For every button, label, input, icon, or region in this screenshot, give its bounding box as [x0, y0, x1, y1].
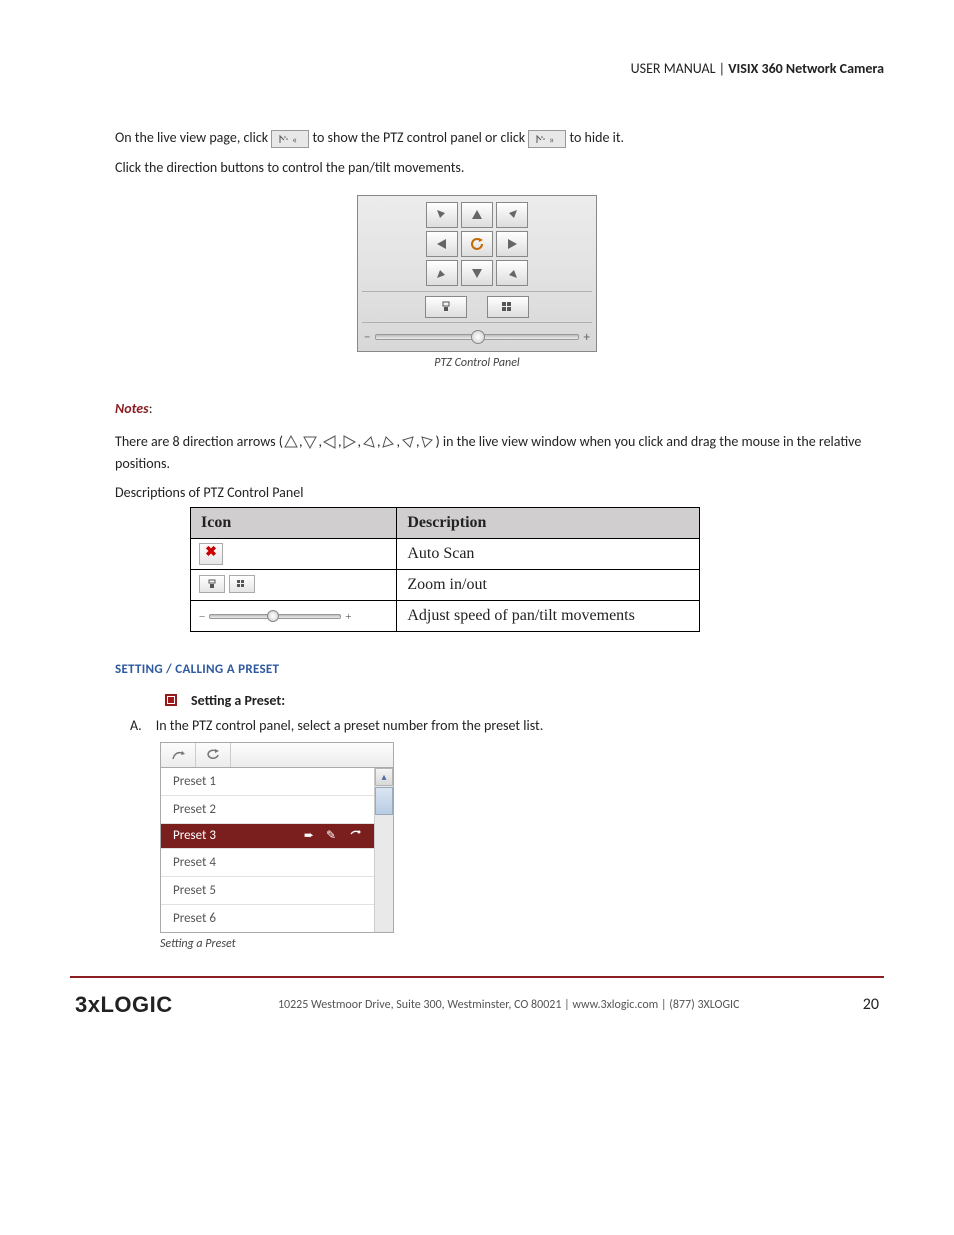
p1a-text: On the live view page, click: [115, 129, 271, 146]
dir-left[interactable]: [426, 231, 458, 257]
preset-tabs: [161, 743, 393, 768]
cell-slider-desc: Adjust speed of pan/tilt movements: [397, 600, 700, 631]
p3a-text: There are 8 direction arrows (: [115, 433, 283, 450]
header-left: USER MANUAL |: [631, 60, 729, 77]
mini-slider-thumb: [267, 610, 279, 622]
header-bold: VISIX 360 Network Camera: [728, 60, 884, 77]
page-number: 20: [863, 995, 879, 1014]
preset-item-2[interactable]: Preset 2: [161, 796, 374, 824]
plus-icon: +: [584, 330, 590, 345]
direction-grid: [362, 200, 592, 288]
cell-autoscan-icon: ✖: [191, 538, 397, 569]
paragraph-2: Click the direction buttons to control t…: [70, 157, 884, 179]
notes-label: Notes: [115, 400, 149, 417]
preset-item-1[interactable]: Preset 1: [161, 768, 374, 796]
figure-caption-2: Setting a Preset: [70, 937, 884, 951]
arrow-up-right-icon: [401, 435, 415, 449]
zoom-in-button[interactable]: [487, 296, 529, 318]
zoom-out-button[interactable]: [425, 296, 467, 318]
svg-text:«: «: [292, 133, 297, 146]
speed-slider-row: − +: [362, 326, 592, 347]
arrow-down-left-icon: [381, 435, 395, 449]
table-intro: Descriptions of PTZ Control Panel: [70, 484, 884, 501]
preset-item-6[interactable]: Preset 6: [161, 905, 374, 932]
bullet-setting-preset: Setting a Preset:: [70, 692, 884, 709]
notes-heading: Notes:: [70, 400, 884, 417]
arrow-down-right-icon: [362, 435, 376, 449]
page-header: USER MANUAL | VISIX 360 Network Camera: [70, 60, 884, 77]
red-x-icon: ✖: [199, 543, 223, 565]
paragraph-1: On the live view page, click « to show t…: [70, 127, 884, 149]
preset-tab-1[interactable]: [161, 743, 196, 767]
dir-down[interactable]: [461, 260, 493, 286]
square-bullet-icon: [165, 694, 177, 706]
dir-down-left[interactable]: [426, 260, 458, 286]
figure-caption-1: PTZ Control Panel: [434, 356, 519, 370]
edit-preset-icon[interactable]: ✎: [326, 828, 336, 843]
preset-scrollbar[interactable]: ▴: [374, 768, 393, 932]
arrow-right-icon: [342, 435, 356, 449]
zoom-out-mini-icon: [199, 575, 225, 593]
arrow-up-left-icon: [420, 435, 434, 449]
auto-scan-button[interactable]: [461, 231, 493, 257]
preset-item-5[interactable]: Preset 5: [161, 877, 374, 905]
delete-preset-icon[interactable]: [348, 828, 362, 844]
footer-logo: 3xLOGIC: [75, 992, 173, 1018]
p1b-text: to show the PTZ control panel or click: [312, 129, 528, 146]
page-footer: 3xLOGIC 10225 Westmoor Drive, Suite 300,…: [70, 992, 884, 1018]
paragraph-3: There are 8 direction arrows (,,,,,,,) i…: [70, 431, 884, 476]
dir-right[interactable]: [496, 231, 528, 257]
cell-zoom-desc: Zoom in/out: [397, 569, 700, 600]
svg-text:»: »: [549, 133, 554, 146]
speed-slider-thumb[interactable]: [471, 330, 485, 344]
arrow-left-icon: [323, 435, 337, 449]
ptz-control-panel: − +: [357, 195, 597, 352]
dir-up[interactable]: [461, 202, 493, 228]
notes-colon: :: [149, 400, 153, 417]
footer-text: 10225 Westmoor Drive, Suite 300, Westmin…: [278, 998, 740, 1012]
preset-list: Preset 1 Preset 2 Preset 3 ➨ ✎ Preset 4 …: [161, 768, 374, 932]
hide-ptz-button-icon: »: [528, 130, 566, 148]
dir-down-right[interactable]: [496, 260, 528, 286]
arrow-down-icon: [303, 435, 317, 449]
section-heading: SETTING / CALLING A PRESET: [70, 662, 884, 677]
th-description: Description: [397, 507, 700, 538]
preset-item-3-label: Preset 3: [173, 828, 216, 843]
dir-up-left[interactable]: [426, 202, 458, 228]
zoom-row: [362, 291, 592, 323]
scroll-thumb[interactable]: [375, 787, 393, 815]
mini-slider-track: [209, 614, 341, 619]
cell-slider-icon: − +: [191, 600, 397, 631]
p1c-text: to hide it.: [569, 129, 624, 146]
scroll-up-icon[interactable]: ▴: [375, 768, 393, 786]
preset-item-3[interactable]: Preset 3 ➨ ✎: [161, 824, 374, 849]
zoom-in-mini-icon: [229, 575, 255, 593]
cell-zoom-icon: [191, 569, 397, 600]
preset-panel: Preset 1 Preset 2 Preset 3 ➨ ✎ Preset 4 …: [160, 742, 394, 933]
ptz-description-table: Icon Description ✖ Auto Scan Zoom in/out…: [190, 507, 700, 632]
preset-tab-2[interactable]: [196, 743, 231, 767]
goto-preset-icon[interactable]: ➨: [304, 828, 314, 843]
show-ptz-button-icon: «: [271, 130, 309, 148]
bullet-text: Setting a Preset:: [191, 692, 285, 709]
th-icon: Icon: [191, 507, 397, 538]
minus-icon: −: [364, 330, 370, 345]
cell-autoscan-desc: Auto Scan: [397, 538, 700, 569]
speed-slider[interactable]: [375, 334, 578, 340]
ptz-control-panel-figure: − + PTZ Control Panel: [70, 195, 884, 390]
footer-divider: [70, 976, 884, 978]
mini-plus-icon: +: [345, 611, 351, 623]
step-a: A. In the PTZ control panel, select a pr…: [70, 717, 884, 734]
preset-item-4[interactable]: Preset 4: [161, 849, 374, 877]
dir-up-right[interactable]: [496, 202, 528, 228]
arrow-up-icon: [284, 435, 298, 449]
mini-minus-icon: −: [199, 611, 205, 623]
